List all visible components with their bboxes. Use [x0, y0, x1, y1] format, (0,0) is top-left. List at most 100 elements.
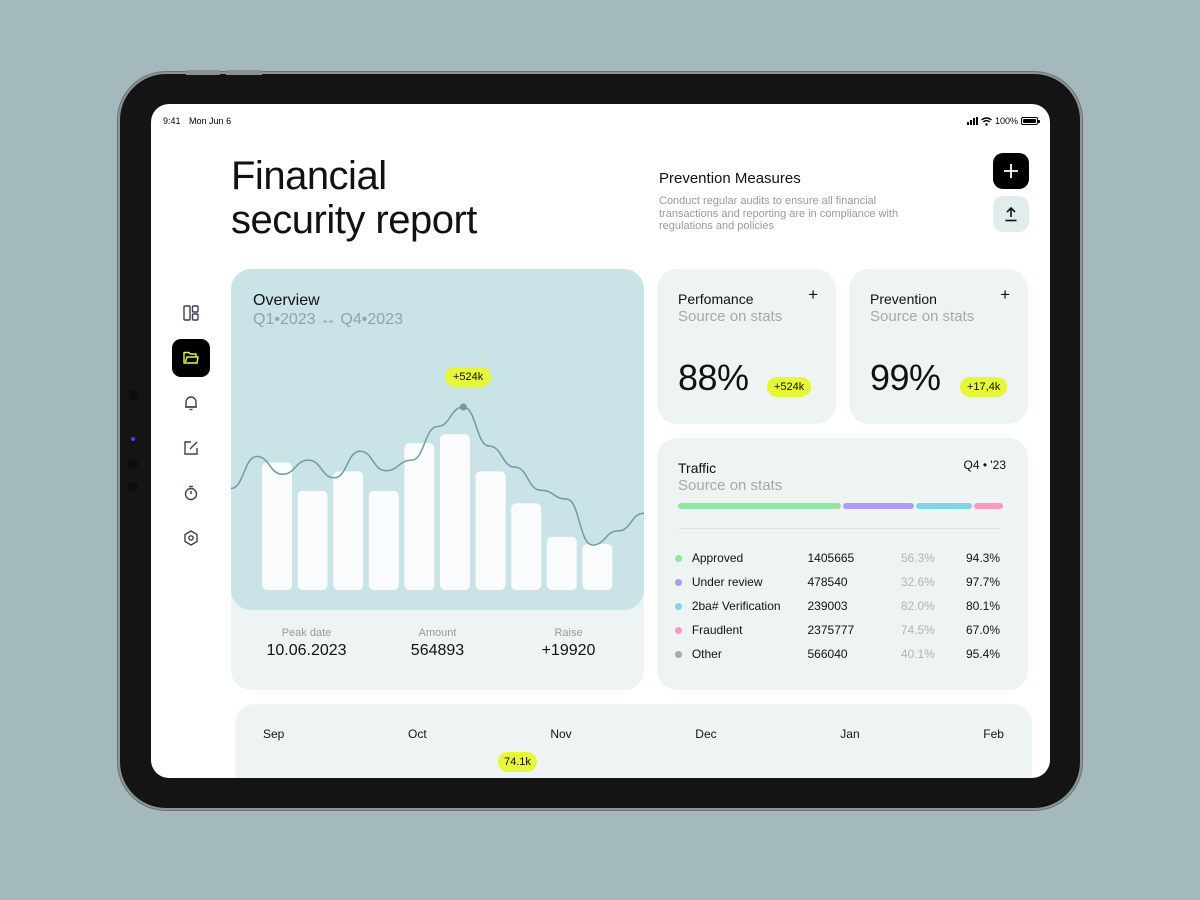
traffic-row[interactable]: Approved 1405665 56.3% 94.3% — [675, 546, 1000, 570]
front-camera — [131, 437, 135, 441]
status-time: 9:41 — [163, 116, 181, 126]
traffic-card: Traffic Source on stats Q4 • '23 Approve… — [657, 438, 1028, 690]
traffic-row-value: 239003 — [807, 599, 848, 613]
overview-range: Q1•2023 ↔ Q4•2023 — [253, 311, 403, 328]
legend-dot — [675, 626, 682, 634]
edit-icon — [184, 441, 198, 455]
prevention-card[interactable]: Prevention Source on stats + 99% +17,4k — [849, 269, 1028, 424]
traffic-row[interactable]: Other 566040 40.1% 95.4% — [675, 642, 1000, 666]
sidebar-item-settings[interactable] — [172, 519, 210, 557]
traffic-row-value: 1405665 — [807, 551, 855, 565]
prevention-badge: +17,4k — [960, 377, 1008, 397]
timeline-card: Sep Oct Nov Dec Jan Feb 74.1k — [235, 704, 1032, 778]
stat-peak-date: Peak date 10.06.2023 — [247, 627, 367, 660]
sidebar-item-notifications[interactable] — [172, 384, 210, 422]
traffic-subtitle: Source on stats — [678, 477, 783, 494]
sidebar-item-folder[interactable] — [172, 339, 210, 377]
overview-card: Overview Q1•2023 ↔ Q4•2023 +524k Peak da… — [231, 269, 644, 690]
upload-icon — [1005, 206, 1017, 222]
chart-bar[interactable] — [333, 471, 364, 590]
overview-stats: Peak date 10.06.2023 Amount 564893 Raise… — [231, 627, 644, 660]
chart-bar[interactable] — [297, 490, 328, 590]
traffic-segment — [678, 503, 841, 509]
stat-label: Peak date — [281, 627, 332, 639]
sidebar-item-dashboard[interactable] — [172, 294, 210, 332]
traffic-distribution-bar — [678, 503, 1003, 509]
traffic-row[interactable]: Fraudlent 2375777 74.5% 67.0% — [675, 618, 1000, 642]
page-title: Financial security report — [231, 154, 477, 242]
sidebar-item-edit[interactable] — [172, 429, 210, 467]
performance-subtitle: Source on stats — [678, 308, 783, 325]
peak-badge: +524k — [445, 367, 492, 387]
traffic-row-rate: 80.1% — [965, 599, 1000, 613]
divider — [678, 528, 1000, 529]
status-date: Mon Jun 6 — [189, 116, 232, 126]
status-bar: 9:41 Mon Jun 6 100% — [163, 114, 1040, 128]
month-label: Feb — [983, 727, 1004, 741]
chart-bar[interactable] — [368, 490, 399, 590]
add-button[interactable] — [993, 153, 1029, 189]
power-button — [226, 70, 262, 75]
upload-button[interactable] — [993, 196, 1029, 232]
chart-bar[interactable] — [546, 536, 577, 590]
prevention-add-icon[interactable]: + — [1000, 285, 1010, 305]
chart-bar[interactable] — [511, 503, 542, 590]
plus-icon — [1004, 164, 1018, 178]
traffic-row-rate: 67.0% — [965, 623, 1000, 637]
performance-card[interactable]: Perfomance Source on stats + 88% +524k — [657, 269, 836, 424]
traffic-row-value: 478540 — [807, 575, 848, 589]
traffic-segment — [842, 503, 915, 509]
stat-label: Amount — [418, 627, 457, 639]
month-label: Dec — [695, 727, 717, 741]
trend-line — [231, 406, 644, 546]
traffic-row-share: 40.1% — [900, 647, 935, 661]
prevention-measures: Prevention Measures Conduct regular audi… — [659, 170, 909, 233]
legend-dot — [675, 650, 682, 658]
stat-label: Raise — [554, 627, 583, 639]
chart-bar[interactable] — [475, 471, 506, 590]
folder-icon — [183, 351, 199, 364]
battery-icon — [1021, 117, 1040, 125]
chart-bar[interactable] — [262, 462, 292, 590]
prevention-value: 99% — [870, 357, 941, 398]
traffic-row[interactable]: 2ba# Verification 239003 82.0% 80.1% — [675, 594, 1000, 618]
performance-add-icon[interactable]: + — [808, 285, 818, 305]
prevention-title: Prevention — [870, 291, 937, 307]
month-label: Sep — [263, 727, 285, 741]
traffic-row-rate: 97.7% — [965, 575, 1000, 589]
settings-icon — [184, 530, 198, 546]
legend-dot — [675, 554, 682, 562]
traffic-segment — [916, 503, 972, 509]
traffic-row-name: Approved — [691, 551, 744, 565]
wifi-icon — [981, 116, 992, 126]
stat-amount: Amount 564893 — [378, 627, 498, 660]
month-label: Nov — [550, 727, 572, 741]
chart-bar[interactable] — [582, 543, 613, 590]
screen: 9:41 Mon Jun 6 100% Financial security r… — [151, 104, 1050, 778]
stat-raise: Raise +19920 — [509, 627, 629, 660]
traffic-row[interactable]: Under review 478540 32.6% 97.7% — [675, 570, 1000, 594]
chart-bar[interactable] — [440, 434, 470, 590]
traffic-row-value: 566040 — [807, 647, 848, 661]
overview-title: Overview — [253, 292, 320, 309]
prevention-subtitle: Source on stats — [870, 308, 975, 325]
traffic-row-share: 56.3% — [900, 551, 935, 565]
performance-title: Perfomance — [678, 291, 754, 307]
traffic-row-name: Fraudlent — [691, 623, 743, 637]
traffic-row-name: 2ba# Verification — [691, 599, 781, 613]
peak-point[interactable] — [459, 403, 467, 411]
stat-value: 10.06.2023 — [266, 642, 347, 659]
sidebar-item-timer[interactable] — [172, 474, 210, 512]
month-label: Jan — [840, 727, 860, 741]
overview-chart-panel: Overview Q1•2023 ↔ Q4•2023 +524k — [231, 269, 644, 610]
chart-bar[interactable] — [404, 443, 435, 590]
performance-value: 88% — [678, 357, 749, 398]
traffic-row-share: 74.5% — [900, 623, 935, 637]
traffic-table: Approved 1405665 56.3% 94.3% Under review 478… — [675, 546, 1000, 666]
timer-icon — [184, 485, 198, 501]
traffic-row-share: 32.6% — [900, 575, 935, 589]
stat-value: 564893 — [410, 642, 465, 659]
traffic-row-rate: 95.4% — [965, 647, 1000, 661]
legend-dot — [675, 578, 682, 586]
volume-button — [186, 70, 220, 75]
